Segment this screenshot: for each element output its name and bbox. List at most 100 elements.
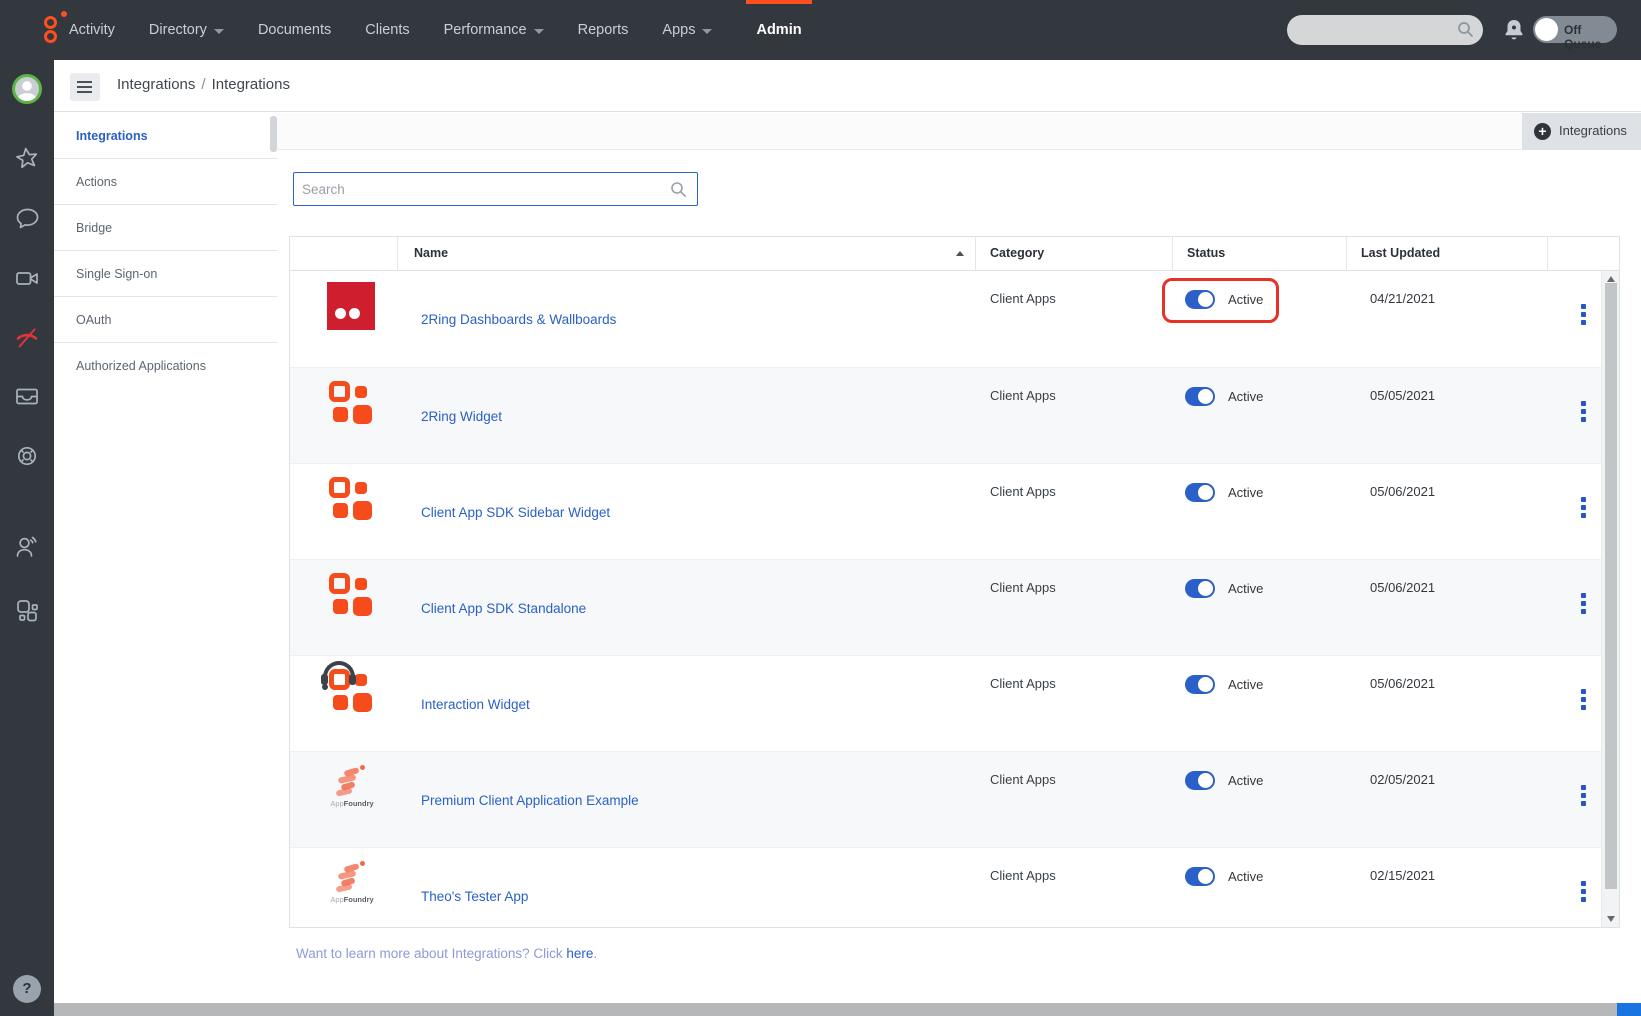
integrations-search [293, 172, 698, 206]
integration-icon: AppFoundry [327, 571, 379, 627]
learn-more-note: Want to learn more about Integrations? C… [296, 946, 597, 961]
row-actions-menu[interactable] [1576, 494, 1590, 524]
submenu-scrollbar-thumb[interactable] [270, 116, 277, 152]
2ring-icon [327, 282, 375, 330]
status-toggle[interactable] [1185, 867, 1215, 886]
scroll-up-arrow-icon[interactable] [1607, 276, 1615, 282]
toolbar-band: + Integrations [277, 113, 1641, 150]
integration-icon: AppFoundry [327, 282, 379, 338]
submenu-item-bridge[interactable]: Bridge [54, 205, 277, 251]
nav-item-label: Activity [69, 22, 115, 38]
row-actions-menu[interactable] [1576, 686, 1590, 716]
user-avatar[interactable] [12, 74, 42, 104]
settings-wheel-icon[interactable] [14, 443, 40, 469]
table-row: AppFoundry Client App SDK Standalone Cli… [290, 559, 1601, 655]
breadcrumb: Integrations / Integrations [117, 76, 290, 93]
status-label: Active [1228, 773, 1264, 788]
table-header: Name Category Status Last Updated [290, 237, 1619, 271]
table-row: AppFoundry Premium Client Application Ex… [290, 751, 1601, 847]
row-actions-menu[interactable] [1576, 782, 1590, 812]
nav-item-documents[interactable]: Documents [258, 0, 331, 60]
inbox-icon[interactable] [14, 383, 40, 409]
column-header-last-updated[interactable]: Last Updated [1361, 246, 1440, 260]
end-call-icon[interactable] [14, 325, 40, 351]
submenu-item-single-sign-on[interactable]: Single Sign-on [54, 251, 277, 297]
left-rail: ? [0, 60, 54, 1016]
horizontal-scrollbar-thumb[interactable] [54, 1003, 1617, 1016]
chat-icon[interactable] [14, 205, 40, 231]
integration-name-link[interactable]: Client App SDK Sidebar Widget [421, 505, 610, 520]
learn-more-link[interactable]: here [566, 946, 593, 961]
interaction-widget-icon [321, 661, 377, 717]
off-queue-toggle[interactable]: Off Queue [1533, 16, 1617, 51]
scrollbar-thumb[interactable] [1605, 283, 1617, 889]
status-toggle[interactable] [1185, 290, 1215, 309]
chevron-down-icon [533, 28, 544, 34]
global-search [1287, 15, 1483, 45]
column-header-category[interactable]: Category [990, 246, 1044, 260]
nav-item-admin[interactable]: Admin [746, 0, 812, 60]
submenu-item-actions[interactable]: Actions [54, 159, 277, 205]
column-header-status[interactable]: Status [1187, 246, 1225, 260]
add-integrations-button[interactable]: + Integrations [1522, 113, 1641, 150]
nav-item-directory[interactable]: Directory [149, 0, 224, 60]
logo-ring [44, 30, 57, 43]
chevron-down-icon [702, 28, 713, 34]
status-toggle[interactable] [1185, 771, 1215, 790]
genesys-logo-icon[interactable] [44, 11, 70, 49]
off-queue-knob [1535, 18, 1558, 41]
table-vertical-scrollbar [1601, 271, 1619, 927]
apps-grid-icon[interactable] [14, 597, 40, 623]
client-app-icon [327, 475, 377, 525]
breadcrumb-section[interactable]: Integrations [117, 76, 195, 93]
row-actions-menu[interactable] [1576, 398, 1590, 428]
nav-item-label: Directory [148, 22, 207, 38]
row-category: Client Apps [990, 676, 1056, 691]
integration-name-link[interactable]: Premium Client Application Example [421, 793, 639, 808]
status-label: Active [1228, 389, 1264, 404]
submenu-item-authorized-applications[interactable]: Authorized Applications [54, 343, 277, 389]
menu-toggle-button[interactable] [70, 73, 100, 101]
integration-name-link[interactable]: Client App SDK Standalone [421, 601, 586, 616]
video-icon[interactable] [14, 265, 40, 291]
nav-item-reports[interactable]: Reports [578, 0, 629, 60]
status-toggle[interactable] [1185, 483, 1215, 502]
nav-item-apps[interactable]: Apps [662, 0, 713, 60]
logo-dot [61, 11, 67, 17]
nav-item-label: Documents [257, 22, 332, 38]
integration-icon: AppFoundry [327, 859, 379, 915]
scroll-down-arrow-icon[interactable] [1607, 916, 1615, 922]
submenu-item-integrations[interactable]: Integrations [54, 113, 277, 159]
favorites-star-icon[interactable] [14, 145, 40, 171]
help-icon[interactable]: ? [13, 975, 41, 1003]
row-actions-menu[interactable] [1576, 878, 1590, 908]
row-last-updated: 05/06/2021 [1370, 484, 1436, 499]
admin-submenu: Integrations Actions Bridge Single Sign-on O… [54, 113, 277, 389]
main-nav: Activity Directory Documents Clients Perform… [69, 0, 812, 60]
column-header-name[interactable]: Name [414, 246, 448, 260]
status-label: Active [1228, 292, 1264, 307]
status-toggle[interactable] [1185, 579, 1215, 598]
integration-name-link[interactable]: 2Ring Dashboards & Wallboards [421, 312, 616, 327]
submenu-item-oauth[interactable]: OAuth [54, 297, 277, 343]
agent-voice-icon[interactable] [14, 534, 40, 560]
integrations-search-input[interactable] [302, 177, 662, 201]
status-toggle[interactable] [1185, 675, 1215, 694]
search-icon [671, 182, 686, 197]
row-last-updated: 05/06/2021 [1370, 580, 1436, 595]
integration-name-link[interactable]: Theo's Tester App [421, 889, 528, 904]
status-toggle[interactable] [1185, 387, 1215, 406]
nav-item-performance[interactable]: Performance [444, 0, 544, 60]
global-search-input[interactable] [1301, 19, 1451, 41]
row-actions-menu[interactable] [1576, 301, 1590, 331]
nav-item-activity[interactable]: Activity [69, 0, 115, 60]
nav-item-clients[interactable]: Clients [365, 0, 409, 60]
integration-name-link[interactable]: 2Ring Widget [421, 409, 502, 424]
row-last-updated: 05/05/2021 [1370, 388, 1436, 403]
chevron-down-icon [213, 28, 224, 34]
integration-name-link[interactable]: Interaction Widget [421, 697, 530, 712]
learn-more-suffix: . [593, 946, 598, 961]
row-actions-menu[interactable] [1576, 590, 1590, 620]
notifications-bell-icon[interactable] [1502, 17, 1526, 43]
nav-item-label: Admin [756, 22, 802, 38]
